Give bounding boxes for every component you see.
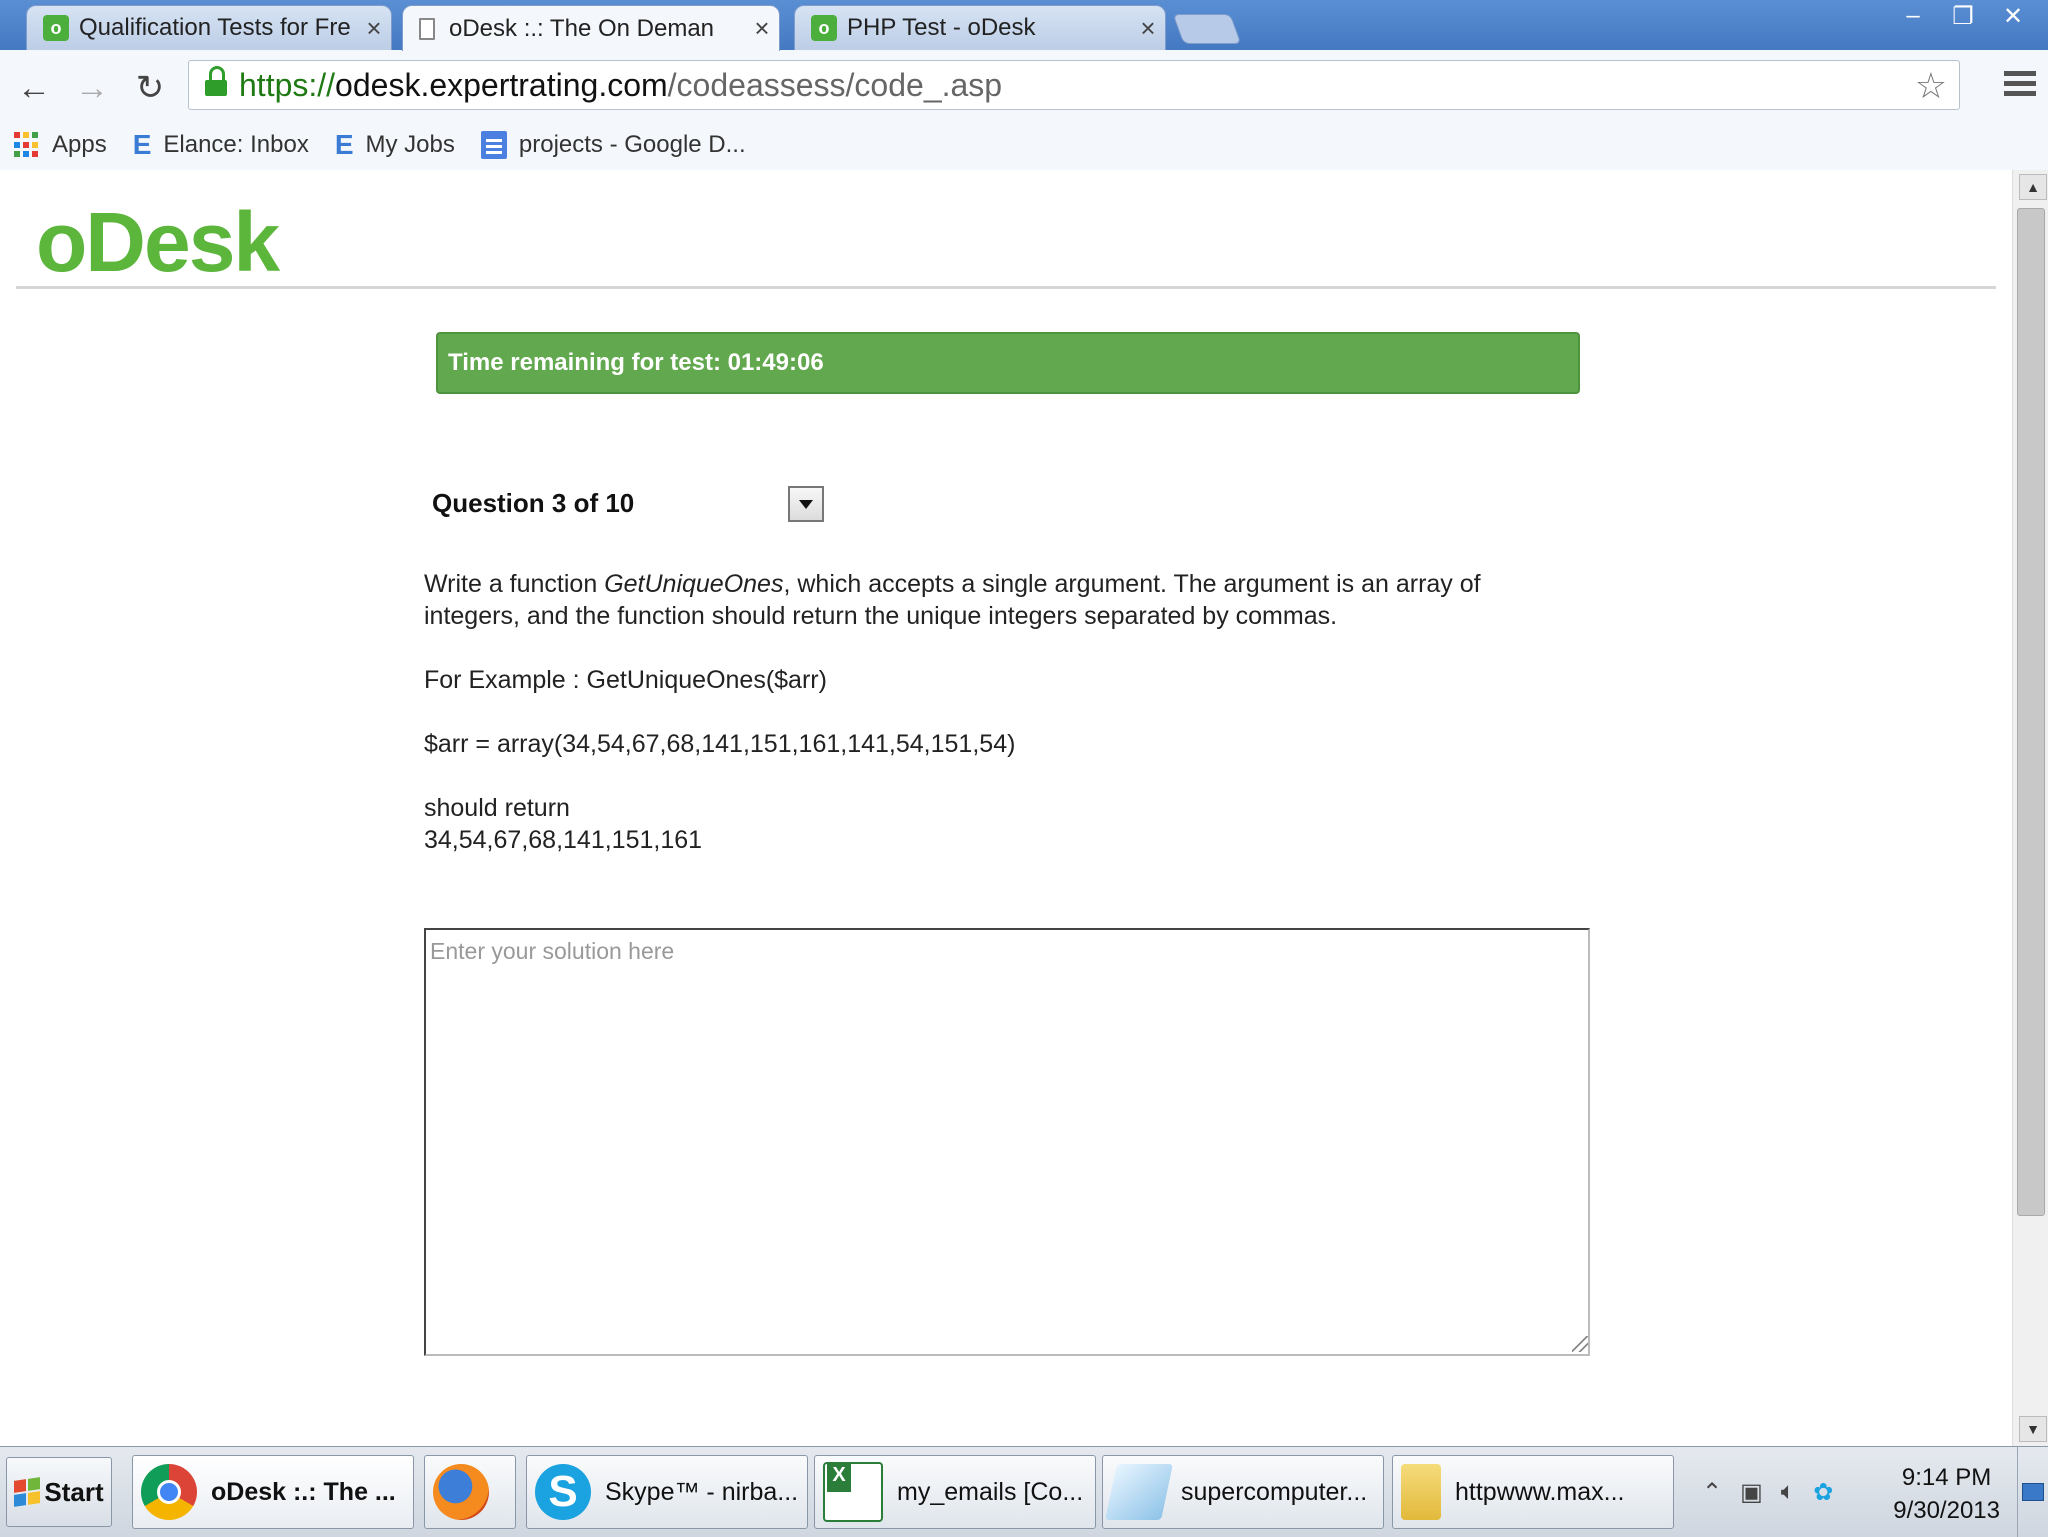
solution-textarea[interactable] xyxy=(424,928,1590,1356)
tab-strip: o Qualification Tests for Fre × oDesk :.… xyxy=(0,0,2048,51)
show-hidden-icons-icon[interactable]: ⌃ xyxy=(1702,1478,1722,1507)
tab-close-icon[interactable]: × xyxy=(357,13,391,44)
scroll-up-icon[interactable]: ▲ xyxy=(2019,174,2047,200)
odesk-favicon-icon: o xyxy=(811,15,837,41)
tab-qualification-tests[interactable]: o Qualification Tests for Fre × xyxy=(26,5,392,50)
function-name: GetUniqueOnes xyxy=(604,570,784,598)
excel-icon xyxy=(823,1462,883,1522)
tab-odesk-active[interactable]: oDesk :.: The On Deman × xyxy=(402,5,780,51)
skype-tray-icon[interactable]: ✿ xyxy=(1813,1478,1833,1507)
bookmark-star-icon[interactable]: ☆ xyxy=(1915,65,1947,107)
elance-icon: E xyxy=(334,129,354,160)
taskbar-label: Skype™ - nirba... xyxy=(605,1477,799,1506)
clock-time: 9:14 PM xyxy=(1901,1464,1992,1491)
scroll-down-icon[interactable]: ▼ xyxy=(2019,1416,2047,1442)
new-tab-button[interactable] xyxy=(1172,14,1242,44)
windows-flag-icon xyxy=(14,1477,41,1507)
bookmarks-bar: Apps E Elance: Inbox E My Jobs projects … xyxy=(0,120,2048,170)
bookmark-apps[interactable]: Apps xyxy=(14,131,107,159)
url-path: /codeassess/code_.asp xyxy=(667,66,1003,103)
vertical-scrollbar[interactable]: ▲ ▼ xyxy=(2012,170,2048,1446)
bookmark-elance-inbox[interactable]: E Elance: Inbox xyxy=(133,129,309,161)
start-button[interactable]: Start xyxy=(6,1457,112,1527)
array-line: $arr = array(34,54,67,68,141,151,161,141… xyxy=(424,730,1016,758)
lock-icon xyxy=(205,66,229,96)
minimize-icon[interactable]: – xyxy=(1890,0,1936,32)
bookmark-my-jobs[interactable]: E My Jobs xyxy=(335,129,455,161)
forward-arrow-icon[interactable]: → xyxy=(70,66,114,110)
tab-close-icon[interactable]: × xyxy=(745,13,779,44)
skype-icon: S xyxy=(535,1464,591,1520)
address-bar[interactable]: https://odesk.expertrating.com/codeasses… xyxy=(188,60,1960,110)
restore-icon[interactable]: ❐ xyxy=(1940,0,1986,32)
taskbar-label: supercomputer... xyxy=(1181,1477,1368,1506)
taskbar-excel-my-emails[interactable]: my_emails [Co... xyxy=(814,1455,1096,1529)
taskbar-label: httpwww.max... xyxy=(1455,1477,1625,1506)
header-divider xyxy=(16,286,1996,289)
url-scheme: https:// xyxy=(239,66,336,103)
odesk-favicon-icon: o xyxy=(43,15,69,41)
intro-prefix: Write a function xyxy=(424,570,605,598)
close-window-icon[interactable]: ✕ xyxy=(1990,0,2036,32)
tab-title: PHP Test - oDesk xyxy=(847,14,1036,41)
should-return-label: should return xyxy=(424,794,570,822)
browser-toolbar: ← → ↻ https://odesk.expertrating.com/cod… xyxy=(0,50,2048,171)
page-favicon-icon xyxy=(419,17,435,40)
notepad-icon xyxy=(1105,1464,1173,1520)
firefox-icon xyxy=(433,1464,489,1520)
chrome-icon xyxy=(141,1464,197,1520)
windows-taskbar: Start oDesk :.: The ... S Skype™ - nirba… xyxy=(0,1446,2048,1537)
taskbar-skype[interactable]: S Skype™ - nirba... xyxy=(526,1455,808,1529)
scrollbar-thumb[interactable] xyxy=(2017,208,2045,1216)
taskbar-firefox[interactable] xyxy=(424,1455,516,1529)
taskbar-folder-httpwww[interactable]: httpwww.max... xyxy=(1392,1455,1674,1529)
time-remaining-banner: Time remaining for test: 01:49:06 xyxy=(436,332,1580,394)
back-arrow-icon[interactable]: ← xyxy=(12,66,56,110)
folder-icon xyxy=(1401,1464,1441,1520)
volume-icon[interactable]: 🔈︎ xyxy=(1781,1478,1795,1506)
chrome-menu-icon[interactable] xyxy=(2004,66,2036,102)
question-select-dropdown[interactable] xyxy=(788,486,824,522)
resize-grip-icon[interactable] xyxy=(1572,1336,1588,1352)
taskbar-supercomputer[interactable]: supercomputer... xyxy=(1102,1455,1384,1529)
start-label: Start xyxy=(44,1476,104,1507)
clock-date: 9/30/2013 xyxy=(1893,1497,2000,1524)
example-line: For Example : GetUniqueOnes($arr) xyxy=(424,666,827,694)
desktop-icon xyxy=(2022,1483,2044,1501)
question-counter: Question 3 of 10 xyxy=(432,488,635,518)
page-viewport: oDesk Time remaining for test: 01:49:06 … xyxy=(0,170,2012,1446)
elance-icon: E xyxy=(132,129,152,160)
question-intro: Write a function GetUniqueOnes, which ac… xyxy=(424,568,1574,632)
tab-title: oDesk :.: The On Deman xyxy=(449,14,715,42)
window-controls: – ❐ ✕ xyxy=(1890,0,2036,32)
network-icon[interactable]: ▣ xyxy=(1740,1478,1763,1507)
tab-title: Qualification Tests for Fre xyxy=(79,14,351,41)
chevron-down-icon xyxy=(799,499,813,509)
show-desktop-button[interactable] xyxy=(2017,1447,2048,1537)
bookmark-label: Elance: Inbox xyxy=(163,131,309,158)
bookmark-label: My Jobs xyxy=(365,131,455,158)
odesk-logo[interactable]: oDesk xyxy=(36,194,280,291)
tab-php-test[interactable]: o PHP Test - oDesk × xyxy=(794,5,1166,50)
taskbar-label: oDesk :.: The ... xyxy=(211,1477,396,1506)
apps-grid-icon xyxy=(14,132,40,158)
bookmark-label: Apps xyxy=(52,131,107,158)
expected-result: 34,54,67,68,141,151,161 xyxy=(424,826,703,854)
url-host: odesk.expertrating.com xyxy=(335,66,668,103)
bookmark-projects-google-docs[interactable]: projects - Google D... xyxy=(480,131,746,159)
reload-icon[interactable]: ↻ xyxy=(128,66,172,110)
bookmark-label: projects - Google D... xyxy=(518,131,746,158)
taskbar-chrome-odesk[interactable]: oDesk :.: The ... xyxy=(132,1455,414,1529)
tab-close-icon[interactable]: × xyxy=(1131,13,1165,44)
taskbar-label: my_emails [Co... xyxy=(897,1477,1084,1506)
google-docs-icon xyxy=(480,131,507,159)
clock[interactable]: 9:14 PM 9/30/2013 xyxy=(1893,1461,2000,1527)
question-text: Write a function GetUniqueOnes, which ac… xyxy=(424,568,1574,856)
